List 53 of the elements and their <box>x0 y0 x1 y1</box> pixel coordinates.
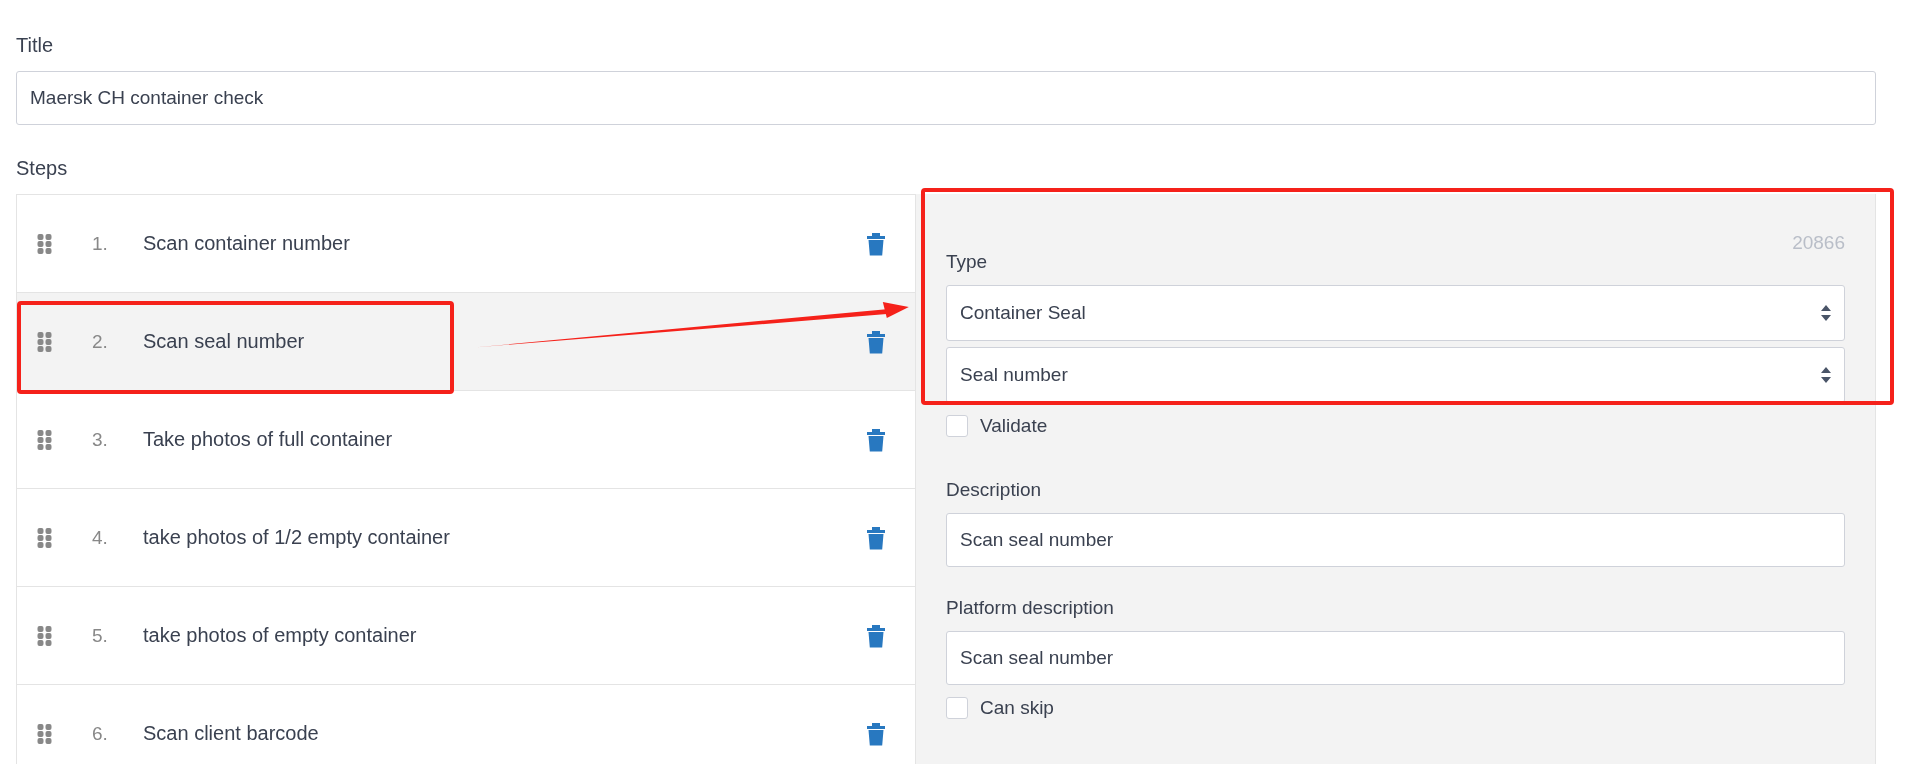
checkbox-label: Validate <box>980 415 1048 437</box>
step-number: 3. <box>92 428 109 451</box>
step-number: 6. <box>92 722 109 745</box>
section-label: Steps <box>16 157 68 180</box>
step-row[interactable]: 1. Scan container number <box>16 194 916 293</box>
trash-icon <box>865 231 887 256</box>
step-row[interactable]: 3. Take photos of full container <box>16 391 916 489</box>
step-row[interactable]: 5. take photos of empty container <box>16 587 916 685</box>
delete-button[interactable] <box>865 721 887 746</box>
trash-icon <box>865 623 887 648</box>
step-title: Scan seal number <box>143 330 305 353</box>
checkbox-label: Can skip <box>980 697 1054 719</box>
drag-handle-icon[interactable] <box>37 429 52 450</box>
checkbox[interactable] <box>946 697 968 719</box>
trash-icon <box>865 721 887 746</box>
title-field[interactable]: Maersk CH container check <box>16 71 1876 125</box>
step-number: 5. <box>92 624 109 647</box>
step-title: Take photos of full container <box>143 428 393 451</box>
step-title: Scan container number <box>143 232 350 255</box>
sort-arrows-icon <box>1821 367 1831 383</box>
step-title: Scan client barcode <box>143 722 319 745</box>
step-row[interactable]: 6. Scan client barcode <box>16 685 916 764</box>
delete-button[interactable] <box>865 329 887 354</box>
drag-handle-icon[interactable] <box>37 233 52 254</box>
step-id: 20866 <box>1792 232 1845 254</box>
delete-button[interactable] <box>865 623 887 648</box>
field-label: Description <box>946 479 1042 501</box>
trash-icon <box>865 427 887 452</box>
field-label: Title <box>16 34 54 57</box>
select-field[interactable]: Container Seal <box>946 285 1845 341</box>
step-row[interactable]: 2. Scan seal number <box>16 293 916 391</box>
drag-handle-icon[interactable] <box>37 625 52 646</box>
delete-button[interactable] <box>865 231 887 256</box>
drag-handle-icon[interactable] <box>37 723 52 744</box>
drag-handle-icon[interactable] <box>37 331 52 352</box>
step-number: 4. <box>92 526 109 549</box>
sort-arrows-icon <box>1821 305 1831 321</box>
field-label: Type <box>946 251 988 273</box>
step-number: 2. <box>92 330 109 353</box>
step-title: take photos of 1/2 empty container <box>143 526 450 549</box>
field-label: Platform description <box>946 597 1114 619</box>
select-field[interactable]: Seal number <box>946 347 1845 403</box>
trash-icon <box>865 525 887 550</box>
delete-button[interactable] <box>865 427 887 452</box>
delete-button[interactable] <box>865 525 887 550</box>
trash-icon <box>865 329 887 354</box>
step-title: take photos of empty container <box>143 624 417 647</box>
step-row[interactable]: 4. take photos of 1/2 empty container <box>16 489 916 587</box>
platform-description-field[interactable]: Scan seal number <box>946 631 1845 685</box>
drag-handle-icon[interactable] <box>37 527 52 548</box>
checkbox[interactable] <box>946 415 968 437</box>
step-number: 1. <box>92 232 109 255</box>
description-field[interactable]: Scan seal number <box>946 513 1845 567</box>
